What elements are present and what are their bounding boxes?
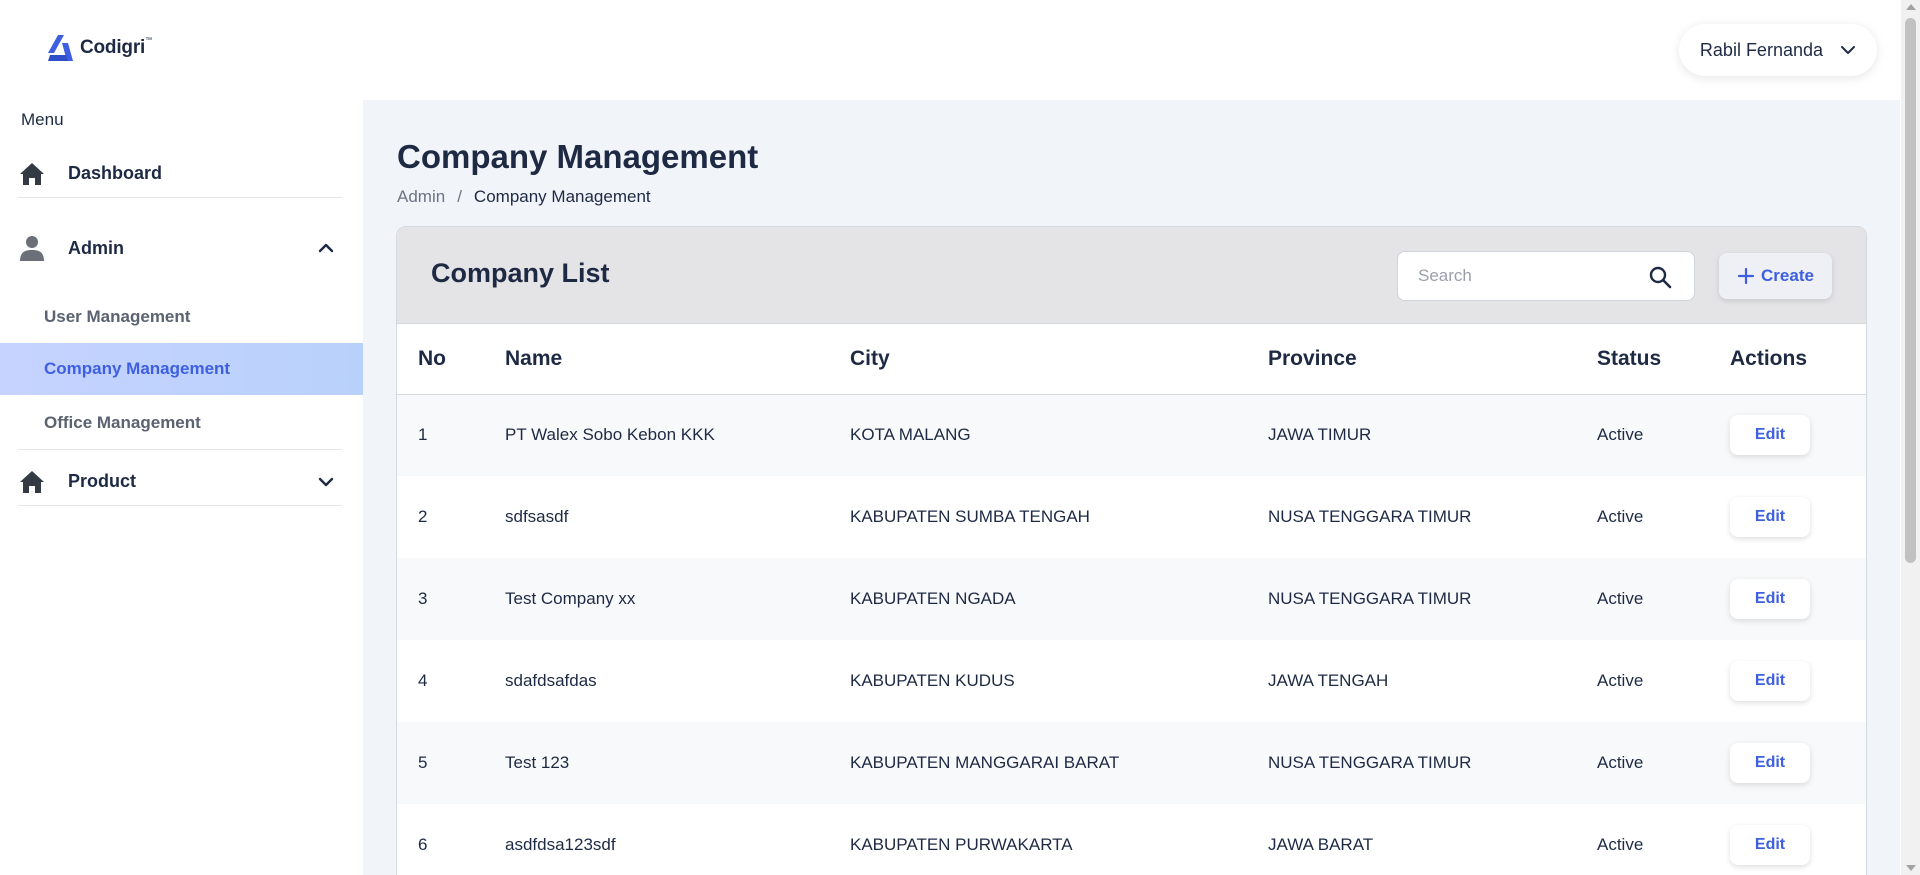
sidebar-item-admin[interactable]: Admin [18, 224, 342, 272]
cell-city: KABUPATEN MANGGARAI BARAT [850, 753, 1120, 772]
table-header-row: No Name City Province Status Actions [397, 324, 1866, 394]
cell-actions: Edit [1709, 640, 1866, 722]
cell-province: NUSA TENGGARA TIMUR [1268, 507, 1472, 526]
cell-actions: Edit [1709, 394, 1866, 476]
user-name: Rabil Fernanda [1699, 39, 1823, 60]
cell-status: Active [1597, 835, 1644, 854]
logo[interactable]: Codigri™ [46, 33, 152, 63]
sidebar-item-dashboard[interactable]: Dashboard [18, 150, 342, 198]
cell-name: sdafdsafdas [505, 671, 597, 690]
cell-no: 2 [418, 507, 428, 526]
cell-province: NUSA TENGGARA TIMUR [1268, 589, 1472, 608]
column-header-no: No [418, 346, 446, 370]
sidebar: Codigri™ Menu Dashboard Admin User Manag… [0, 0, 363, 875]
card-title: Company List [431, 258, 610, 288]
search-input[interactable] [1398, 266, 1638, 286]
cell-actions: Edit [1709, 804, 1866, 875]
table-row: 2 sdfsasdf KABUPATEN SUMBA TENGAH NUSA T… [397, 476, 1866, 558]
edit-button[interactable]: Edit [1730, 497, 1810, 537]
breadcrumb-admin[interactable]: Admin [397, 187, 445, 207]
cell-name: Test Company xx [505, 589, 636, 608]
table-row: 3 Test Company xx KABUPATEN NGADA NUSA T… [397, 558, 1866, 640]
column-header-city: City [850, 346, 890, 370]
cell-city: KABUPATEN NGADA [850, 589, 1016, 608]
cell-province: NUSA TENGGARA TIMUR [1268, 753, 1472, 772]
cell-name: PT Walex Sobo Kebon KKK [505, 425, 715, 445]
chevron-down-icon[interactable] [316, 472, 336, 492]
breadcrumb: Admin / Company Management [397, 187, 651, 207]
sidebar-item-label: Product [68, 471, 137, 491]
page-title: Company Management [397, 138, 759, 175]
company-list-card: Company List Create No Name City Provinc… [396, 226, 1867, 875]
home-icon [18, 160, 46, 188]
breadcrumb-current: Company Management [473, 187, 651, 206]
column-header-name: Name [505, 346, 563, 370]
cell-status: Active [1597, 589, 1644, 608]
sidebar-item-label: Admin [68, 237, 124, 258]
cell-province: JAWA TIMUR [1268, 425, 1372, 445]
create-button-label: Create [1761, 266, 1814, 285]
chevron-up-icon[interactable] [316, 238, 336, 258]
cell-no: 1 [418, 425, 428, 445]
logo-text: Codigri™ [80, 37, 152, 58]
table-row: 5 Test 123 KABUPATEN MANGGARAI BARAT NUS… [397, 722, 1866, 804]
cell-no: 4 [418, 671, 428, 690]
scroll-down-arrow-icon[interactable] [1906, 865, 1916, 871]
scroll-up-arrow-icon[interactable] [1906, 4, 1916, 10]
edit-button[interactable]: Edit [1730, 661, 1810, 701]
cell-city: KABUPATEN SUMBA TENGAH [850, 507, 1090, 526]
cell-city: KABUPATEN KUDUS [850, 671, 1015, 690]
table-row: 1 PT Walex Sobo Kebon KKK KOTA MALANG JA… [397, 394, 1866, 476]
sidebar-subitem-company-management[interactable]: Company Management [0, 343, 363, 395]
user-icon [18, 234, 46, 262]
column-header-actions: Actions [1730, 346, 1808, 370]
cell-no: 5 [418, 753, 428, 772]
sidebar-item-label: Dashboard [68, 163, 163, 183]
topbar: Rabil Fernanda [363, 0, 1900, 100]
edit-button[interactable]: Edit [1730, 579, 1810, 619]
create-button[interactable]: Create [1719, 253, 1832, 299]
main-content: Company Management Admin / Company Manag… [363, 100, 1900, 875]
edit-button[interactable]: Edit [1730, 415, 1810, 456]
search-box [1397, 251, 1695, 301]
page-scrollbar[interactable] [1901, 0, 1920, 875]
column-header-province: Province [1268, 346, 1357, 370]
cell-status: Active [1597, 425, 1644, 445]
cell-status: Active [1597, 753, 1644, 772]
cell-province: JAWA BARAT [1268, 835, 1374, 854]
codigri-logo-icon [48, 35, 73, 61]
cell-city: KOTA MALANG [850, 425, 971, 445]
cell-province: JAWA TENGAH [1268, 671, 1389, 690]
user-menu-button[interactable]: Rabil Fernanda [1678, 24, 1877, 76]
breadcrumb-separator: / [457, 187, 462, 206]
table-row: 6 asdfdsa123sdf KABUPATEN PURWAKARTA JAW… [397, 804, 1866, 875]
cell-no: 6 [418, 835, 428, 854]
edit-button[interactable]: Edit [1730, 743, 1810, 783]
scrollbar-thumb[interactable] [1905, 18, 1916, 563]
cell-actions: Edit [1709, 722, 1866, 804]
cell-actions: Edit [1709, 476, 1866, 558]
chevron-down-icon [1841, 46, 1855, 54]
sidebar-subitem-office-management[interactable]: Office Management [0, 397, 363, 449]
cell-actions: Edit [1709, 558, 1866, 640]
cell-status: Active [1597, 671, 1644, 690]
cell-name: sdfsasdf [505, 507, 569, 526]
company-table: No Name City Province Status Actions 1 P… [397, 324, 1866, 875]
cell-city: KABUPATEN PURWAKARTA [850, 835, 1073, 854]
cell-name: Test 123 [505, 753, 570, 772]
plus-icon [1737, 267, 1755, 285]
divider [18, 449, 342, 450]
card-header: Company List Create [397, 227, 1866, 324]
sidebar-item-product[interactable]: Product [18, 458, 342, 506]
column-header-status: Status [1597, 346, 1662, 370]
sidebar-subitem-user-management[interactable]: User Management [0, 291, 363, 343]
table-row: 4 sdafdsafdas KABUPATEN KUDUS JAWA TENGA… [397, 640, 1866, 722]
home-icon [18, 468, 46, 496]
cell-name: asdfdsa123sdf [505, 835, 616, 854]
menu-label: Menu [21, 110, 64, 129]
edit-button[interactable]: Edit [1730, 825, 1810, 865]
cell-no: 3 [418, 589, 428, 608]
search-icon[interactable] [1648, 265, 1672, 289]
cell-status: Active [1597, 507, 1644, 526]
